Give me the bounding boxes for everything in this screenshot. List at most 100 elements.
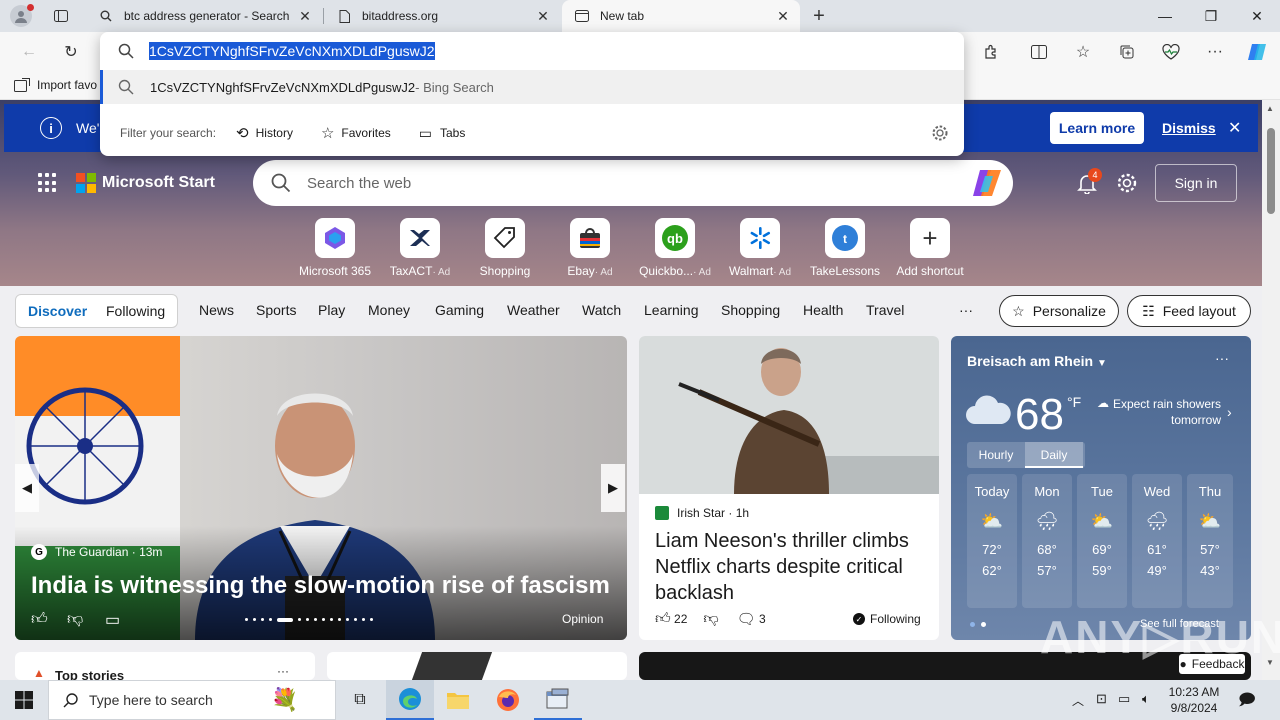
shortcut-quickbooks[interactable]: qb Quickbo...· Ad: [635, 218, 715, 278]
main-story-headline[interactable]: India is witnessing the slow-motion rise…: [31, 572, 610, 600]
nav-sports[interactable]: Sports: [256, 302, 296, 318]
chevron-right-icon[interactable]: ›: [1227, 404, 1232, 420]
taskbar-clock[interactable]: 10:23 AM 9/8/2024: [1166, 684, 1222, 716]
like-icon[interactable]: 👍︎: [655, 610, 671, 628]
main-story-card[interactable]: G The Guardian · 13m India is witnessing…: [15, 336, 627, 640]
gear-icon[interactable]: [931, 124, 949, 142]
scrollbar-thumb[interactable]: [1267, 128, 1275, 214]
video-card[interactable]: ● Feedback: [639, 652, 1251, 680]
filter-favorites[interactable]: ☆ Favorites: [321, 124, 391, 142]
tab-hourly[interactable]: Hourly: [967, 442, 1025, 468]
nav-watch[interactable]: Watch: [582, 302, 621, 318]
tab-actions-button[interactable]: [48, 4, 74, 28]
nav-news[interactable]: News: [199, 302, 234, 318]
back-button[interactable]: ←: [14, 38, 44, 66]
new-tab-button[interactable]: +: [806, 4, 832, 28]
taskbar-search-box[interactable]: Type here to search 💐: [48, 680, 336, 720]
nav-learning[interactable]: Learning: [644, 302, 699, 318]
filter-history[interactable]: ⟲ History: [236, 124, 293, 142]
dismiss-link[interactable]: Dismiss: [1162, 120, 1216, 136]
nav-play[interactable]: Play: [318, 302, 345, 318]
close-icon[interactable]: ✕: [774, 8, 792, 25]
shortcut-microsoft-365[interactable]: Microsoft 365: [295, 218, 375, 278]
tray-network-icon[interactable]: ⊡: [1096, 691, 1107, 707]
taskbar-firefox[interactable]: [484, 680, 532, 720]
suggestion-row[interactable]: 1CsVZCTYNghfSFrvZeVcNXmXDLdPguswJ2 - Bin…: [100, 70, 964, 104]
tab-following[interactable]: Following: [106, 303, 165, 319]
forecast-day[interactable]: Thu ⛅ 57° 43°: [1187, 474, 1233, 608]
collections-button[interactable]: [1112, 38, 1142, 66]
close-window-button[interactable]: ✕: [1234, 0, 1280, 32]
close-icon[interactable]: ✕: [1228, 118, 1241, 138]
minimize-button[interactable]: —: [1142, 0, 1188, 32]
forecast-day[interactable]: Wed 🌧︎ 61° 49°: [1132, 474, 1182, 608]
page-settings-button[interactable]: [1116, 172, 1138, 194]
tab-new-tab[interactable]: New tab ✕: [562, 0, 800, 32]
nav-weather[interactable]: Weather: [507, 302, 560, 318]
weather-pager-dots[interactable]: [970, 622, 986, 627]
nav-health[interactable]: Health: [803, 302, 843, 318]
filter-tabs[interactable]: ▭ Tabs: [419, 125, 466, 142]
shortcut-shopping[interactable]: Shopping: [465, 218, 545, 278]
restore-button[interactable]: ❐: [1188, 0, 1234, 32]
start-button[interactable]: [0, 680, 48, 720]
following-indicator[interactable]: ✓ Following: [853, 612, 921, 626]
settings-menu-button[interactable]: ···: [1200, 38, 1230, 66]
favorites-button[interactable]: ☆: [1068, 38, 1098, 66]
more-icon[interactable]: ···: [1215, 350, 1229, 366]
speaker-icon[interactable]: 🔈︎: [1142, 691, 1150, 707]
notification-center-icon[interactable]: 🗩︎: [1238, 689, 1256, 716]
shortcut-taxact[interactable]: TaxACT· Ad: [380, 218, 460, 278]
scroll-down-icon[interactable]: ▼: [1266, 658, 1274, 667]
forecast-day[interactable]: Tue ⛅ 69° 59°: [1077, 474, 1127, 608]
learn-more-button[interactable]: Learn more: [1050, 112, 1144, 144]
side-story-headline[interactable]: Liam Neeson's thriller climbs Netflix ch…: [655, 528, 927, 606]
nav-money[interactable]: Money: [368, 302, 410, 318]
forecast-day[interactable]: Today ⛅ 72° 62°: [967, 474, 1017, 608]
scroll-up-icon[interactable]: ▲: [1266, 104, 1274, 113]
more-icon[interactable]: ···: [277, 664, 289, 678]
close-icon[interactable]: ✕: [296, 8, 314, 25]
personalize-button[interactable]: ☆ Personalize: [999, 295, 1119, 327]
address-input[interactable]: 1CsVZCTYNghfSFrvZeVcNXmXDLdPguswJ2: [100, 32, 964, 70]
shortcut-ebay[interactable]: Ebay· Ad: [550, 218, 630, 278]
nav-gaming[interactable]: Gaming: [435, 302, 484, 318]
notifications-button[interactable]: 4: [1076, 168, 1102, 196]
dislike-icon[interactable]: 👎︎: [67, 610, 83, 629]
brand-logo[interactable]: Microsoft Start: [76, 173, 215, 193]
see-full-forecast-link[interactable]: See full forecast: [1140, 618, 1219, 630]
story-card[interactable]: [327, 652, 627, 680]
profile-avatar[interactable]: [10, 4, 34, 27]
nav-shopping[interactable]: Shopping: [721, 302, 780, 318]
carousel-prev-button[interactable]: ◀: [15, 464, 39, 512]
browser-essentials-button[interactable]: [1156, 38, 1186, 66]
weather-outlook[interactable]: Expect rain showers tomorrow: [1111, 396, 1221, 428]
taskbar-edge[interactable]: [386, 680, 434, 720]
taskbar-app[interactable]: [534, 680, 582, 720]
chevron-up-icon[interactable]: ︿: [1072, 692, 1084, 709]
copilot-button[interactable]: [1242, 38, 1272, 66]
nav-more-button[interactable]: ···: [959, 302, 973, 318]
dislike-icon[interactable]: 👎︎: [703, 610, 718, 628]
comment-off-icon[interactable]: ▭: [105, 610, 120, 630]
side-story-card[interactable]: Irish Star · 1h Liam Neeson's thriller c…: [639, 336, 939, 640]
page-scrollbar[interactable]: ▲ ▼: [1262, 100, 1280, 680]
carousel-next-button[interactable]: ▶: [601, 464, 625, 512]
tab-bitaddress[interactable]: bitaddress.org ✕: [324, 0, 560, 32]
extensions-button[interactable]: [976, 38, 1006, 66]
close-icon[interactable]: ✕: [534, 8, 552, 25]
feedback-button[interactable]: ● Feedback: [1179, 654, 1245, 674]
tab-discover[interactable]: Discover: [28, 303, 87, 319]
nav-travel[interactable]: Travel: [866, 302, 904, 318]
tab-search[interactable]: btc address generator - Search ✕: [86, 0, 322, 32]
forecast-day[interactable]: Mon 🌧︎ 68° 57°: [1022, 474, 1072, 608]
import-favorites-button[interactable]: Import favo: [14, 78, 97, 92]
shortcut-takelessons[interactable]: t TakeLessons: [805, 218, 885, 278]
taskbar-file-explorer[interactable]: [434, 680, 482, 720]
copilot-icon[interactable]: [971, 168, 1003, 198]
apps-launcher-icon[interactable]: [38, 173, 58, 193]
shortcut-add[interactable]: + Add shortcut: [890, 218, 970, 278]
comment-icon[interactable]: 🗨︎: [737, 610, 756, 628]
sign-in-button[interactable]: Sign in: [1155, 164, 1237, 202]
refresh-button[interactable]: ↻: [56, 38, 86, 66]
